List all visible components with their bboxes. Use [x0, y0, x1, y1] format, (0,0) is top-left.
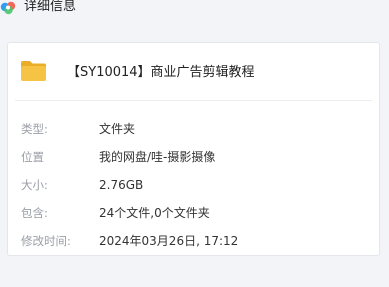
detail-label: 修改时间:	[21, 234, 71, 248]
detail-row-type: 类型: 文件夹	[8, 121, 379, 137]
detail-label: 类型:	[21, 122, 48, 136]
window-title: 详细信息	[24, 0, 77, 14]
detail-value: 2024年03月26日, 17:12	[99, 234, 239, 248]
title-bar: 详细信息	[0, 0, 389, 22]
detail-label: 大小:	[21, 178, 48, 192]
detail-value: 2.76GB	[99, 178, 144, 192]
detail-row-size: 大小: 2.76GB	[8, 177, 379, 193]
folder-icon	[21, 61, 46, 81]
detail-value: 文件夹	[99, 122, 136, 136]
file-name: 【SY10014】商业广告剪辑教程	[67, 65, 255, 80]
detail-row-location: 位置 我的网盘/哇-摄影摄像	[8, 149, 379, 165]
divider	[15, 100, 372, 101]
details-card: 【SY10014】商业广告剪辑教程 类型: 文件夹 位置 我的网盘/哇-摄影摄像…	[7, 42, 380, 256]
detail-row-modified: 修改时间: 2024年03月26日, 17:12	[8, 233, 379, 249]
detail-value: 我的网盘/哇-摄影摄像	[99, 150, 216, 164]
detail-value: 24个文件,0个文件夹	[99, 206, 210, 220]
detail-row-contains: 包含: 24个文件,0个文件夹	[8, 205, 379, 221]
detail-label: 包含:	[21, 206, 48, 220]
baidu-netdisk-cloud-icon	[0, 1, 16, 15]
detail-label: 位置	[21, 150, 44, 164]
